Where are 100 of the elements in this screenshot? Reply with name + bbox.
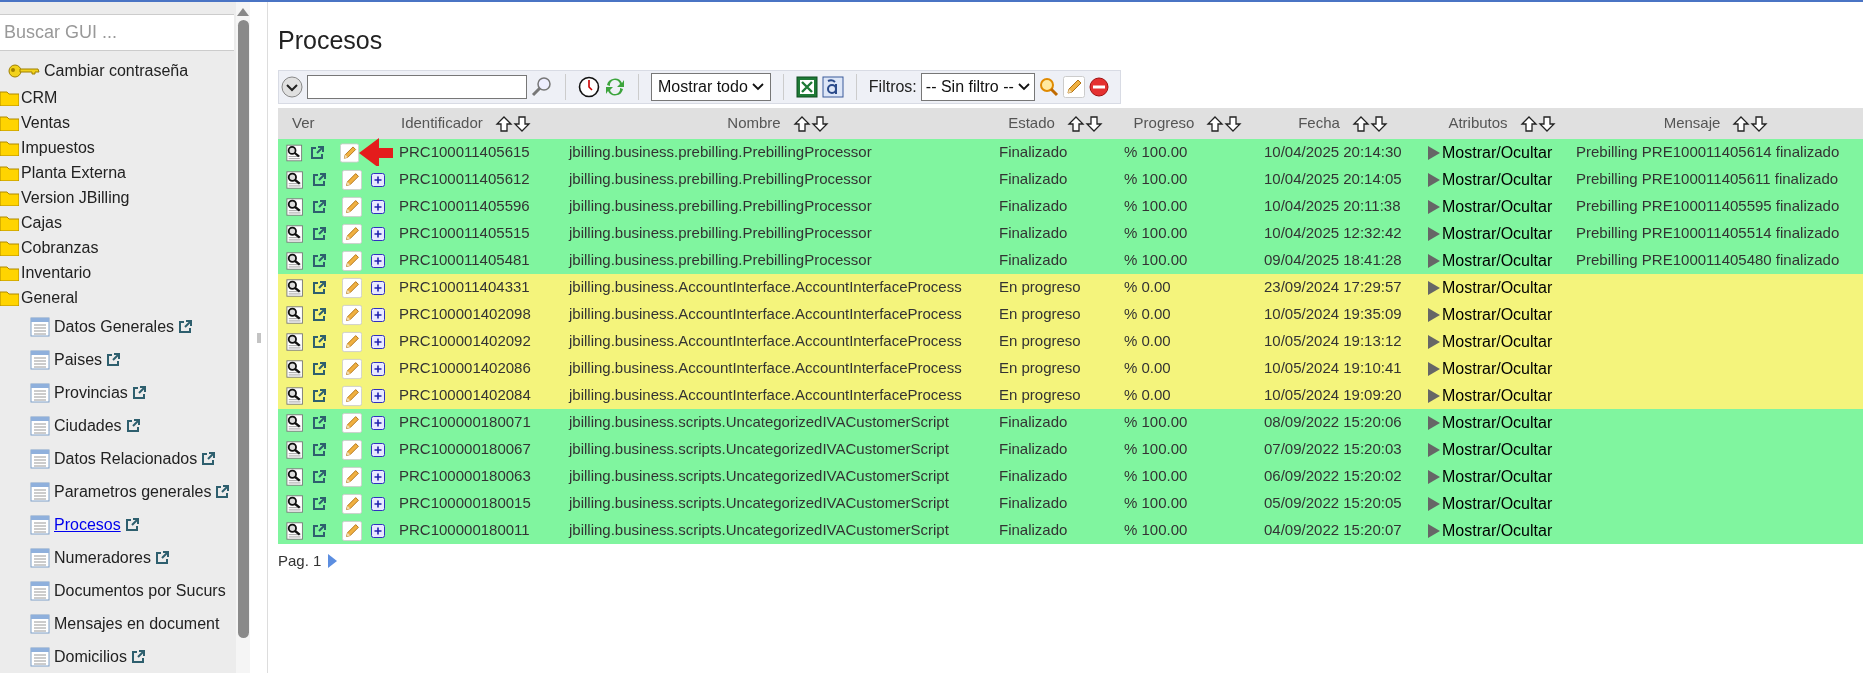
sidebar-folder[interactable]: Ventas [21,110,70,135]
edit-filter-icon[interactable] [1062,76,1085,98]
open-window-icon[interactable] [311,172,326,187]
document-search-icon[interactable] [286,304,305,325]
open-window-icon[interactable] [310,145,325,160]
document-search-icon[interactable] [286,223,305,244]
expand-icon[interactable] [370,523,385,538]
toggle-link[interactable]: Mostrar/Ocultar [1442,329,1553,354]
edit-icon[interactable] [341,357,362,380]
splitter-handle-icon[interactable] [256,332,261,343]
open-window-icon[interactable] [311,253,326,268]
table-row[interactable]: PRC100011405596 jbilling.business.prebilling.PrebillingProcessor Finalizado % 100.00 10/04/2025 20:11:38 Mostrar/Ocultar Prebilling PRE100011405595 finalizado [278,193,1863,220]
next-page-icon[interactable] [327,554,338,569]
document-search-icon[interactable] [286,493,305,514]
sort-arrows-icon[interactable] [1351,114,1388,133]
sidebar-item[interactable]: Documentos por Sucurs [54,578,226,603]
play-icon[interactable] [1428,145,1440,160]
document-search-icon[interactable] [286,466,305,487]
toggle-link[interactable]: Mostrar/Ocultar [1442,383,1553,408]
expand-icon[interactable] [370,442,385,457]
edit-icon[interactable] [341,330,362,353]
table-row[interactable]: PRC100011405612 jbilling.business.prebilling.PrebillingProcessor Finalizado % 100.00 10/04/2025 20:14:05 Mostrar/Ocultar Prebilling PRE100011405611 finalizado [278,166,1863,193]
edit-icon[interactable] [341,276,362,299]
table-row[interactable]: PRC100001402084 jbilling.business.AccountInterface.AccountInterfaceProcess En progreso % 0.00 10/05/2024 19:09:20 Mostrar/Ocultar [278,382,1863,409]
sidebar-item[interactable]: Datos Generales [54,314,175,339]
expand-icon[interactable] [370,253,385,268]
play-icon[interactable] [1428,199,1440,214]
edit-icon[interactable] [341,438,362,461]
play-icon[interactable] [1428,361,1440,376]
external-link-icon[interactable] [130,649,145,664]
table-row[interactable]: PRC100001402086 jbilling.business.AccountInterface.AccountInterfaceProcess En progreso % 0.00 10/05/2024 19:10:41 Mostrar/Ocultar [278,355,1863,382]
open-window-icon[interactable] [311,361,326,376]
toggle-link[interactable]: Mostrar/Ocultar [1442,464,1553,489]
toggle-link[interactable]: Mostrar/Ocultar [1442,410,1553,435]
edit-icon[interactable] [341,384,362,407]
open-window-icon[interactable] [311,226,326,241]
scroll-up-icon[interactable] [237,8,249,16]
sort-arrows-icon[interactable] [1732,114,1769,133]
document-search-icon[interactable] [286,142,304,163]
table-row[interactable]: PRC100011404331 jbilling.business.AccountInterface.AccountInterfaceProcess En progreso % 0.00 23/09/2024 17:29:57 Mostrar/Ocultar [278,274,1863,301]
edit-icon[interactable] [341,195,362,218]
remove-icon[interactable] [1088,77,1109,97]
table-row[interactable]: PRC100000180015 jbilling.business.scripts.UncategorizedIVACustomerScript Finalizado % 100.00 05/09/2022 15:20:05 Mostrar/Ocultar [278,490,1863,517]
external-link-icon[interactable] [106,352,121,367]
edit-icon[interactable] [341,492,362,515]
sidebar-folder[interactable]: Impuestos [21,135,95,160]
toggle-link[interactable]: Mostrar/Ocultar [1442,140,1553,165]
toggle-link[interactable]: Mostrar/Ocultar [1442,491,1553,516]
sidebar-item[interactable]: Cambiar contraseña [44,59,189,83]
table-row[interactable]: PRC100000180011 jbilling.business.scripts.UncategorizedIVACustomerScript Finalizado % 100.00 04/09/2022 15:20:07 Mostrar/Ocultar [278,517,1863,544]
external-link-icon[interactable] [201,451,216,466]
external-link-icon[interactable] [215,484,230,499]
column-header[interactable]: Identificador [401,112,483,135]
external-link-icon[interactable] [125,418,140,433]
column-header[interactable]: Fecha [1298,112,1340,135]
sidebar-item[interactable]: Mensajes en document [54,611,220,636]
table-row[interactable]: PRC100000180063 jbilling.business.scripts.UncategorizedIVACustomerScript Finalizado % 100.00 06/09/2022 15:20:02 Mostrar/Ocultar [278,463,1863,490]
play-icon[interactable] [1428,226,1440,241]
column-header[interactable]: Ver [292,112,315,135]
edit-icon[interactable] [341,168,362,191]
toggle-link[interactable]: Mostrar/Ocultar [1442,356,1553,381]
dropdown-icon[interactable] [281,76,303,98]
filter-select[interactable]: -- Sin filtro -- [920,73,1035,101]
expand-icon[interactable] [370,226,385,241]
sidebar-folder[interactable]: CRM [21,85,58,110]
edit-icon[interactable] [341,411,362,434]
sidebar-item[interactable]: Parametros generales [54,479,212,504]
play-icon[interactable] [1428,388,1440,403]
expand-icon[interactable] [370,469,385,484]
document-search-icon[interactable] [286,358,305,379]
table-row[interactable]: PRC100011405515 jbilling.business.prebilling.PrebillingProcessor Finalizado % 100.00 10/04/2025 12:32:42 Mostrar/Ocultar Prebilling PRE100011405514 finalizado [278,220,1863,247]
external-link-icon[interactable] [124,517,139,532]
play-icon[interactable] [1428,307,1440,322]
document-search-icon[interactable] [286,169,305,190]
clock-icon[interactable] [578,76,600,98]
play-icon[interactable] [1428,469,1440,484]
edit-icon[interactable] [341,222,362,245]
table-row[interactable]: PRC100001402092 jbilling.business.AccountInterface.AccountInterfaceProcess En progreso % 0.00 10/05/2024 19:13:12 Mostrar/Ocultar [278,328,1863,355]
sidebar-item[interactable]: Datos Relacionados [54,446,198,471]
expand-icon[interactable] [370,361,385,376]
sidebar-item[interactable]: Ciudades [54,413,122,438]
play-icon[interactable] [1428,523,1440,538]
sort-arrows-icon[interactable] [792,114,829,133]
search-icon[interactable] [531,76,553,98]
document-search-icon[interactable] [286,439,305,460]
document-search-icon[interactable] [286,196,305,217]
play-icon[interactable] [1428,415,1440,430]
toggle-link[interactable]: Mostrar/Ocultar [1442,167,1553,192]
search-field[interactable] [307,75,527,99]
search-icon[interactable] [1038,77,1059,97]
toggle-link[interactable]: Mostrar/Ocultar [1442,221,1553,246]
sidebar-item[interactable]: Paises [54,347,103,372]
open-window-icon[interactable] [311,442,326,457]
external-link-icon[interactable] [178,319,193,334]
sidebar-item[interactable]: Domicilios [54,644,127,669]
sort-arrows-icon[interactable] [1066,114,1103,133]
play-icon[interactable] [1428,172,1440,187]
toggle-link[interactable]: Mostrar/Ocultar [1442,194,1553,219]
toggle-link[interactable]: Mostrar/Ocultar [1442,248,1553,273]
column-header[interactable]: Estado [1008,112,1055,135]
